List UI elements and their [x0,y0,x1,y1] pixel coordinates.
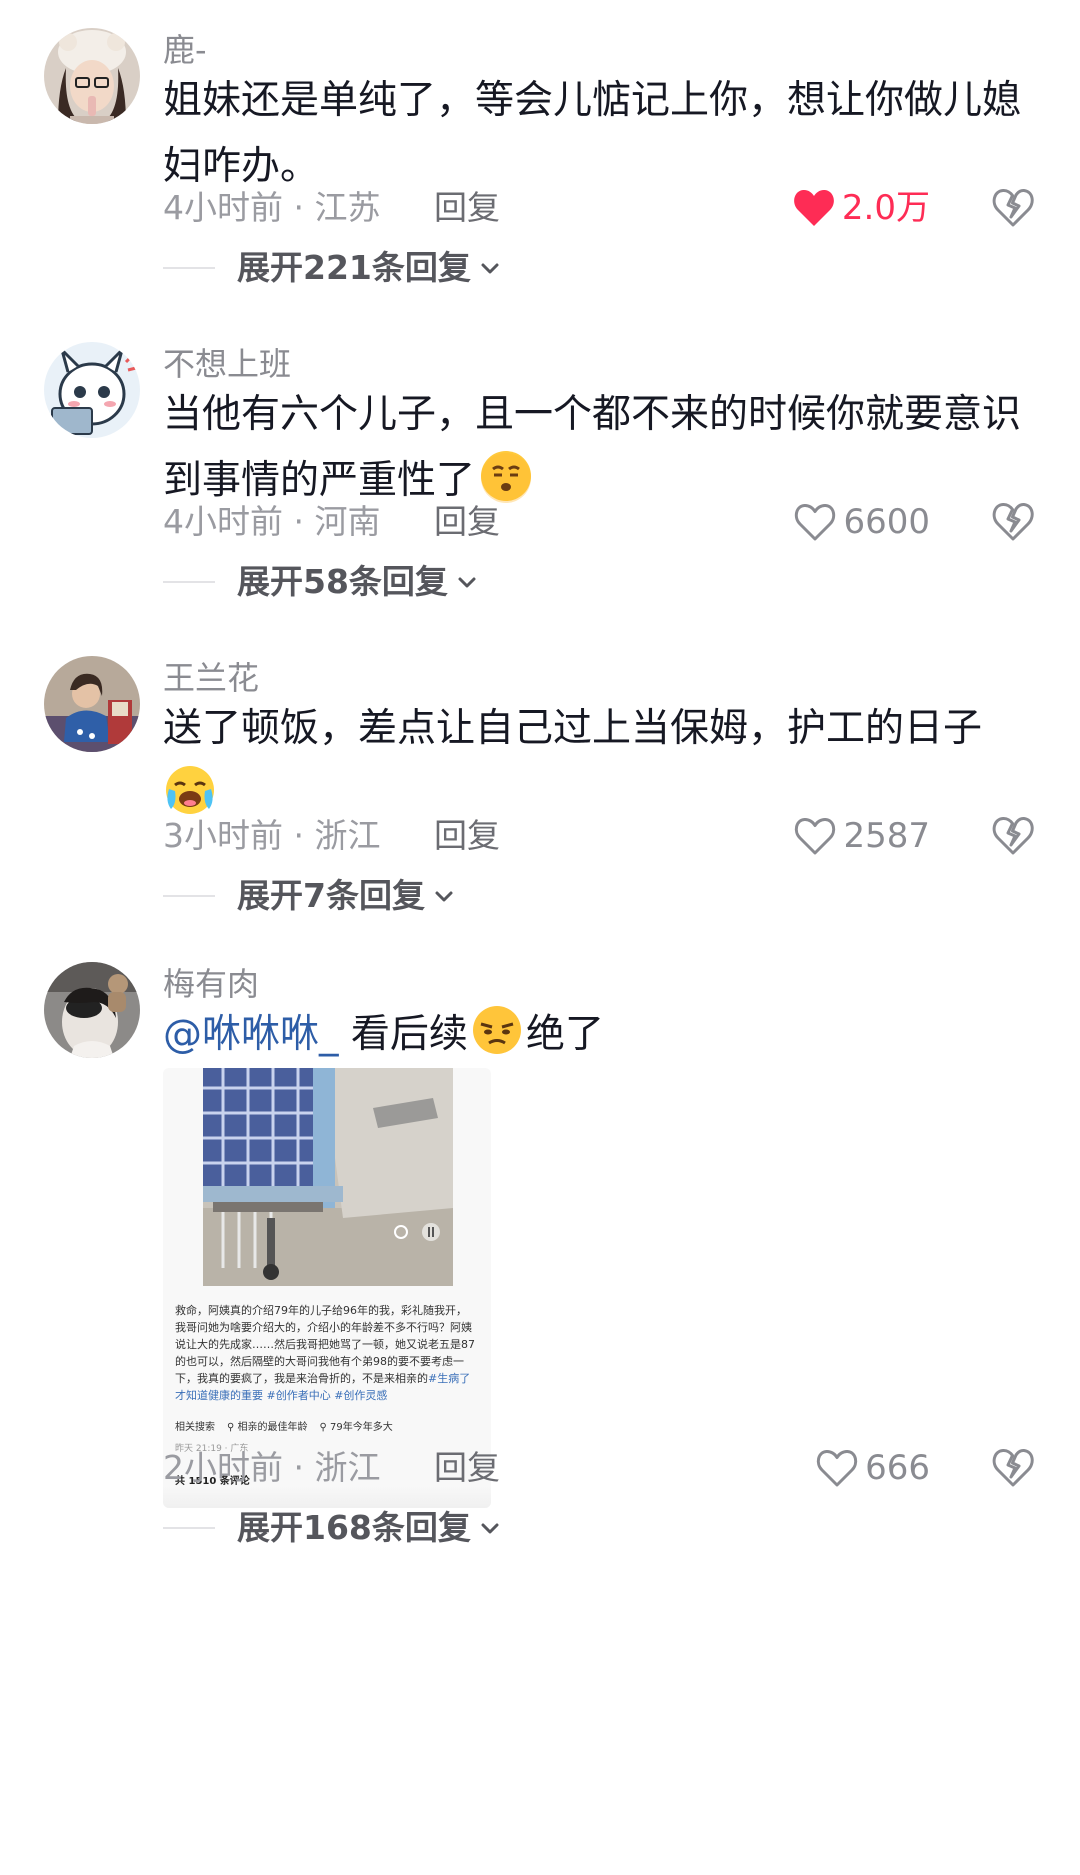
comment-text: 当他有六个儿子，且一个都不来的时候你就要意识到事情的严重性了 [163,382,1043,514]
broken-heart-icon [992,502,1034,541]
like-count: 6600 [843,502,930,542]
divider-line [163,895,215,897]
expand-replies-button[interactable]: 展开221条回复 [163,246,501,290]
attachment-related-search: 相关搜索 ⚲ 相亲的最佳年龄 ⚲ 79年今年多大 [175,1418,393,1433]
related-search-label: 相关搜索 [175,1422,215,1433]
avatar[interactable] [44,28,140,124]
reply-button[interactable]: 回复 [434,814,500,858]
avatar[interactable] [44,656,140,752]
annoyed-face-emoji-icon [472,1006,521,1054]
like-button[interactable]: 666 [815,1444,930,1492]
comment-meta: 3小时前 · 浙江 [163,816,381,855]
expand-replies-label: 展开168条回复 [237,1508,471,1547]
expand-replies-button[interactable]: 展开7条回复 [163,874,455,918]
dislike-button[interactable] [992,1447,1034,1489]
comment-meta: 2小时前 · 浙江 [163,1448,381,1487]
related-search-chip: ⚲ 相亲的最佳年龄 [227,1422,308,1433]
expand-replies-label: 展开221条回复 [237,248,471,287]
like-button[interactable]: 6600 [793,498,930,546]
username[interactable]: 梅有肉 [163,964,259,1004]
attachment-image[interactable]: 救命，阿姨真的介绍79年的儿子给96年的我，彩礼随我开，我哥问她为啥要介绍大的，… [163,1068,491,1508]
comment-text-content: 当他有六个儿子，且一个都不来的时候你就要意识到事情的严重性了 [163,392,1022,503]
broken-heart-icon [992,1448,1034,1487]
reply-button[interactable]: 回复 [434,500,500,544]
attachment-caption: 救命，阿姨真的介绍79年的儿子给96年的我，彩礼随我开，我哥问她为啥要介绍大的，… [175,1302,477,1404]
divider-line [163,581,215,583]
like-count: 666 [865,1448,930,1488]
dislike-button[interactable] [992,187,1034,229]
like-count: 2587 [843,816,930,856]
expand-replies-button[interactable]: 展开58条回复 [163,560,478,604]
username[interactable]: 王兰花 [163,658,259,698]
dislike-button[interactable] [992,501,1034,543]
expand-replies-button[interactable]: 展开168条回复 [163,1506,501,1550]
like-count: 2.0万 [841,188,930,228]
chevron-down-icon [481,1523,499,1534]
chevron-down-icon [435,891,453,902]
related-search-chip: ⚲ 79年今年多大 [319,1422,393,1433]
crying-face-emoji-icon [166,766,214,814]
like-button[interactable]: 2.0万 [792,184,930,232]
heart-outline-icon [795,817,836,855]
chevron-down-icon [458,577,476,588]
mention-link[interactable]: @咻咻咻_ [163,1012,339,1057]
smirk-face-emoji-icon [481,451,532,503]
expand-replies-label: 展开7条回复 [237,876,425,915]
heart-outline-icon [795,503,836,541]
reply-button[interactable]: 回复 [434,1446,500,1490]
comment-text: 姐妹还是单纯了，等会儿惦记上你，想让你做儿媳妇咋办。 [163,78,1022,189]
avatar[interactable] [44,342,140,438]
avatar[interactable] [44,962,140,1058]
username[interactable]: 不想上班 [163,344,291,384]
reply-button[interactable]: 回复 [434,186,500,230]
expand-replies-label: 展开58条回复 [237,562,448,601]
comment-meta: 4小时前 · 河南 [163,502,381,541]
comment-text-content: 送了顿饭，差点让自己过上当保姆，护工的日子 [163,706,983,751]
attachment-photo [203,1068,453,1286]
comment-text: @咻咻咻_ 看后续 绝了 [163,1002,1043,1068]
divider-line [163,267,215,269]
comment-text-content: 看后续 [350,1012,468,1057]
comment-text-content: 绝了 [525,1012,604,1057]
broken-heart-icon [992,188,1034,227]
comment-meta: 4小时前 · 江苏 [163,188,381,227]
dislike-button[interactable] [992,815,1034,857]
chevron-down-icon [481,263,499,274]
divider-line [163,1527,215,1529]
username[interactable]: 鹿- [163,30,207,70]
heart-outline-icon [816,1449,858,1487]
like-button[interactable]: 2587 [793,812,930,860]
broken-heart-icon [992,816,1034,855]
heart-filled-icon [794,189,834,226]
comment-text: 送了顿饭，差点让自己过上当保姆，护工的日子 [163,696,1043,828]
comment-item: 鹿- 姐妹还是单纯了，等会儿惦记上你，想让你做儿媳妇咋办。 4小时前 · 江苏 … [0,0,1080,310]
